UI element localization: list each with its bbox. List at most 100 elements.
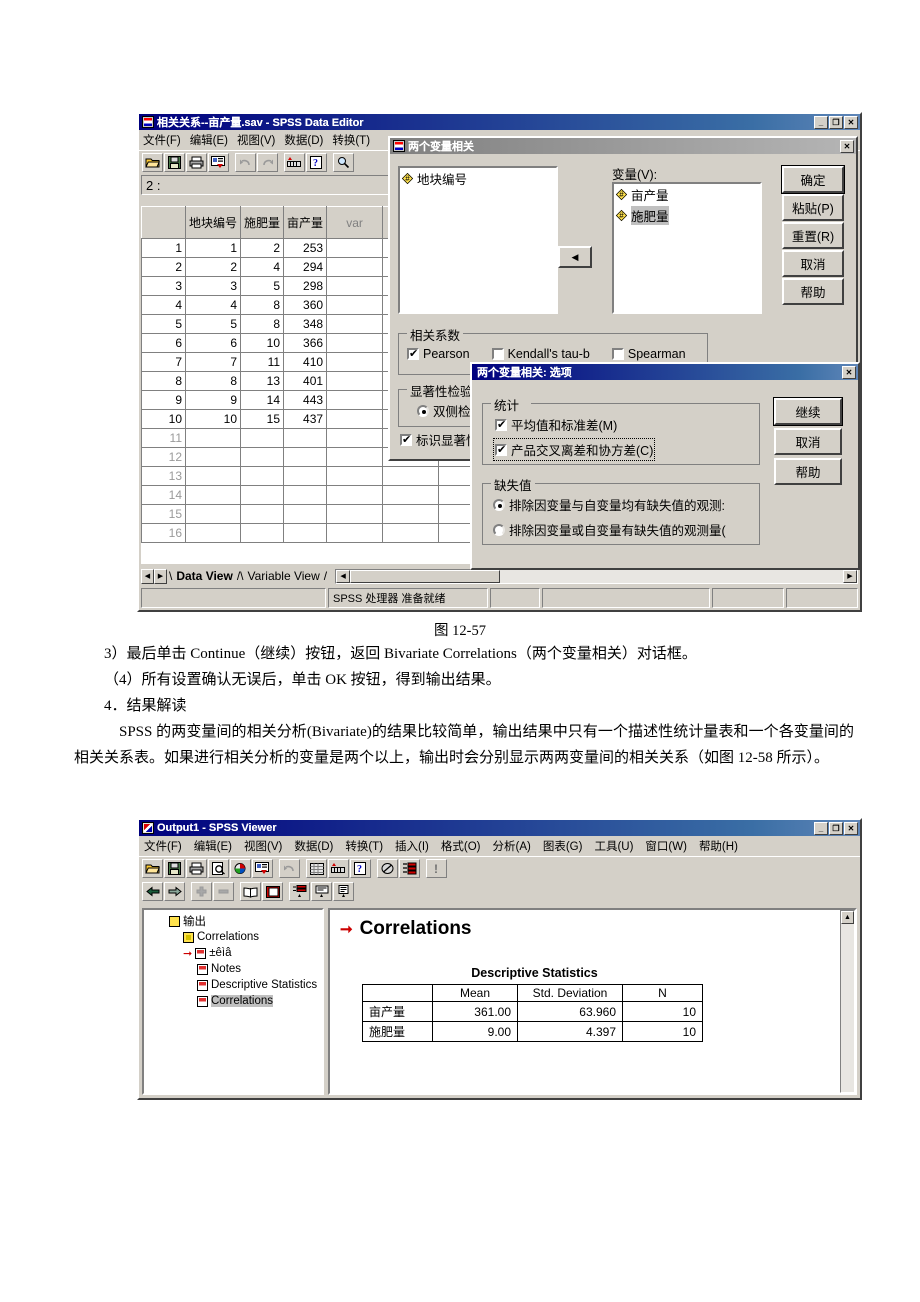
means-sd-checkbox-box[interactable] xyxy=(495,418,507,431)
cell-empty[interactable] xyxy=(326,276,384,296)
cell-empty[interactable] xyxy=(184,428,242,448)
redo-icon[interactable] xyxy=(257,153,278,172)
cell-empty[interactable] xyxy=(184,447,242,467)
cell-empty[interactable] xyxy=(283,485,328,505)
cell-empty[interactable] xyxy=(382,485,440,505)
print-preview-icon[interactable] xyxy=(208,859,229,878)
cell-empty[interactable] xyxy=(184,466,242,486)
cell-empty[interactable] xyxy=(184,485,242,505)
kendall-checkbox[interactable]: Kendall's tau-b xyxy=(491,347,590,361)
means-sd-checkbox[interactable]: 平均值和标准差(M) xyxy=(495,415,653,434)
bivariate-close-button[interactable]: ✕ xyxy=(840,139,854,153)
cell-empty[interactable] xyxy=(184,504,242,524)
viewer-open-file-icon[interactable] xyxy=(142,859,163,878)
hscroll-track[interactable] xyxy=(500,569,843,583)
column-header-var[interactable]: var xyxy=(326,206,384,239)
cell-empty[interactable] xyxy=(240,466,285,486)
row-header[interactable]: 13 xyxy=(141,466,186,486)
options-help-button[interactable]: 帮助 xyxy=(774,458,842,485)
cell-plot-id[interactable]: 2 xyxy=(184,257,242,277)
back-arrow-icon[interactable] xyxy=(142,882,163,901)
demote-icon[interactable] xyxy=(213,882,234,901)
cell-empty[interactable] xyxy=(382,466,440,486)
pairwise-radio[interactable]: 排除因变量与自变量均有缺失值的观测: xyxy=(493,495,726,514)
menu-file[interactable]: 文件(F) xyxy=(143,132,181,148)
move-variable-button[interactable]: ◀ xyxy=(558,246,592,268)
show-hide-icon[interactable] xyxy=(289,882,310,901)
viewer-variables-icon[interactable]: ? xyxy=(350,859,371,878)
row-header[interactable]: 9 xyxy=(141,390,186,410)
list-item[interactable]: Descriptive Statistics xyxy=(146,977,322,993)
save-icon[interactable] xyxy=(164,153,185,172)
forward-arrow-icon[interactable] xyxy=(164,882,185,901)
cell-empty[interactable] xyxy=(326,352,384,372)
grid-corner[interactable] xyxy=(141,206,186,239)
cell-plot-id[interactable]: 4 xyxy=(184,295,242,315)
cell-yield[interactable]: 443 xyxy=(283,390,328,410)
tab-data-view[interactable]: Data View xyxy=(172,569,236,583)
output-document-pane[interactable]: ➞ Correlations Descriptive Statistics Me… xyxy=(328,908,857,1095)
cross-product-checkbox-box[interactable] xyxy=(495,443,507,456)
variables-info-icon[interactable]: ? xyxy=(306,153,327,172)
cell-plot-id[interactable]: 6 xyxy=(184,333,242,353)
target-variable-list[interactable]: 亩产量 施肥量 xyxy=(612,182,762,314)
cell-fertilizer[interactable]: 13 xyxy=(240,371,285,391)
cell-empty[interactable] xyxy=(283,447,328,467)
cell-empty[interactable] xyxy=(382,523,440,543)
cell-yield[interactable]: 360 xyxy=(283,295,328,315)
cell-empty[interactable] xyxy=(382,504,440,524)
undo-icon[interactable] xyxy=(235,153,256,172)
row-header[interactable]: 4 xyxy=(141,295,186,315)
list-item[interactable]: 输出 xyxy=(146,913,322,929)
cell-empty[interactable] xyxy=(240,504,285,524)
row-header[interactable]: 1 xyxy=(141,238,186,258)
two-tailed-radio-box[interactable] xyxy=(417,404,429,417)
tab-scroll-right-icon[interactable]: ▶ xyxy=(154,568,167,584)
viewer-menu-transform[interactable]: 转换(T) xyxy=(345,838,383,854)
cancel-button[interactable]: 取消 xyxy=(782,250,844,277)
menu-edit[interactable]: 编辑(E) xyxy=(190,132,228,148)
cell-empty[interactable] xyxy=(326,295,384,315)
cell-empty[interactable] xyxy=(240,428,285,448)
cell-yield[interactable]: 253 xyxy=(283,238,328,258)
help-button[interactable]: 帮助 xyxy=(782,278,844,305)
hscroll-right-icon[interactable]: ▶ xyxy=(843,569,857,583)
column-header-plot-id[interactable]: 地块编号 xyxy=(184,206,242,239)
spearman-checkbox-box[interactable] xyxy=(611,348,624,360)
use-sets-icon[interactable] xyxy=(377,859,398,878)
listwise-radio-box[interactable] xyxy=(493,523,505,536)
grid-horizontal-scrollbar[interactable]: ◀ ▶ xyxy=(335,568,858,584)
column-header-fertilizer[interactable]: 施肥量 xyxy=(240,206,285,239)
cell-empty[interactable] xyxy=(184,523,242,543)
viewer-menu-format[interactable]: 格式(O) xyxy=(441,838,481,854)
cell-fertilizer[interactable]: 5 xyxy=(240,276,285,296)
minimize-button[interactable]: _ xyxy=(814,115,828,129)
cell-empty[interactable] xyxy=(283,504,328,524)
insert-title-icon[interactable] xyxy=(311,882,332,901)
restore-button[interactable]: ❐ xyxy=(829,115,843,129)
cell-empty[interactable] xyxy=(326,447,384,467)
cell-empty[interactable] xyxy=(326,485,384,505)
viewer-close-button[interactable]: ✕ xyxy=(844,821,858,835)
export-chart-icon[interactable] xyxy=(230,859,251,878)
cell-empty[interactable] xyxy=(326,428,384,448)
row-header[interactable]: 3 xyxy=(141,276,186,296)
options-cancel-button[interactable]: 取消 xyxy=(774,428,842,455)
cell-plot-id[interactable]: 5 xyxy=(184,314,242,334)
flag-significant-checkbox-box[interactable] xyxy=(400,433,412,446)
row-header[interactable]: 12 xyxy=(141,447,186,467)
close-button[interactable]: ✕ xyxy=(844,115,858,129)
row-header[interactable]: 7 xyxy=(141,352,186,372)
menu-data[interactable]: 数据(D) xyxy=(284,132,323,148)
cell-empty[interactable] xyxy=(326,238,384,258)
viewer-undo-icon[interactable] xyxy=(279,859,300,878)
row-header[interactable]: 2 xyxy=(141,257,186,277)
cell-fertilizer[interactable]: 4 xyxy=(240,257,285,277)
cell-plot-id[interactable]: 7 xyxy=(184,352,242,372)
output-outline-pane[interactable]: 输出 Correlations ➞ ±êìâ Notes Descriptive Stat… xyxy=(142,908,324,1095)
cell-yield[interactable]: 294 xyxy=(283,257,328,277)
spearman-checkbox[interactable]: Spearman xyxy=(611,347,686,361)
viewer-print-icon[interactable] xyxy=(186,859,207,878)
cell-fertilizer[interactable]: 8 xyxy=(240,295,285,315)
cell-empty[interactable] xyxy=(326,466,384,486)
